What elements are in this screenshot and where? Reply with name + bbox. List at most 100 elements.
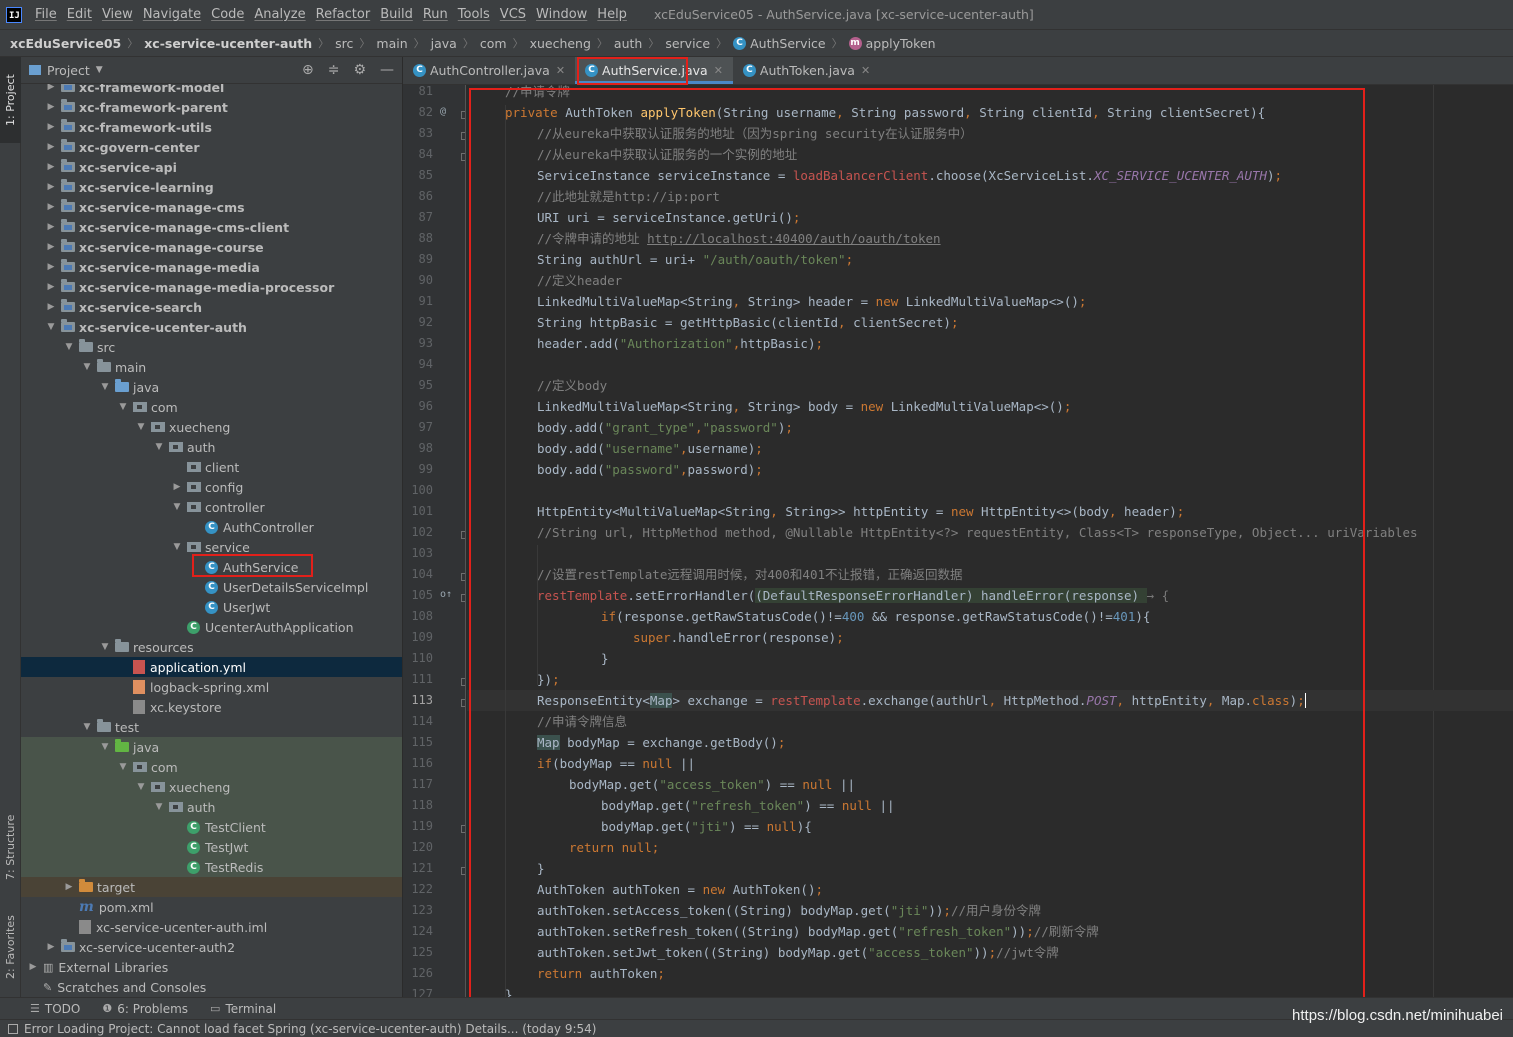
toolwindow-todo[interactable]: ☰ TODO (30, 1002, 80, 1016)
toolwindow-6-problems[interactable]: ❶ 6: Problems (102, 1002, 188, 1016)
tree-item[interactable]: logback-spring.xml (21, 677, 402, 697)
tree-item[interactable]: ▶ ▥ External Libraries (21, 957, 402, 977)
tree-item[interactable]: C TestRedis (21, 857, 402, 877)
tree-item[interactable]: ▼ controller (21, 497, 402, 517)
chevron-down-icon[interactable]: ▼ (171, 542, 183, 552)
chevron-down-icon[interactable]: ▼ (96, 65, 103, 75)
annotation-gutter-icon[interactable]: @ (440, 106, 446, 117)
project-panel-title[interactable]: Project (47, 63, 90, 78)
tab-authtoken-java[interactable]: C AuthToken.java ✕ (733, 57, 880, 84)
breadcrumb-item[interactable]: xc-service-ucenter-auth (144, 36, 312, 51)
fold-marker-icon[interactable] (461, 111, 465, 119)
tree-item[interactable]: C UcenterAuthApplication (21, 617, 402, 637)
breadcrumb-item[interactable]: service (665, 36, 710, 51)
minimize-icon[interactable]: — (380, 62, 394, 78)
chevron-down-icon[interactable]: ▼ (99, 642, 111, 652)
tree-item[interactable]: ▶ xc-service-learning (21, 177, 402, 197)
menu-file[interactable]: File (30, 7, 62, 22)
tree-item[interactable]: ▶ xc-service-api (21, 157, 402, 177)
tree-item[interactable]: application.yml (21, 657, 402, 677)
tree-item[interactable]: ▼ resources (21, 637, 402, 657)
chevron-right-icon[interactable]: ▶ (63, 882, 75, 892)
tab-authservice-java[interactable]: C AuthService.java ✕ (575, 57, 733, 84)
tree-item[interactable]: ▶ xc-govern-center (21, 137, 402, 157)
fold-marker-icon[interactable] (461, 573, 465, 581)
chevron-down-icon[interactable]: ▼ (45, 322, 57, 332)
breadcrumb-item[interactable]: com (480, 36, 507, 51)
chevron-right-icon[interactable]: ▶ (45, 182, 57, 192)
chevron-down-icon[interactable]: ▼ (171, 502, 183, 512)
breadcrumb-item[interactable]: auth (614, 36, 642, 51)
chevron-right-icon[interactable]: ▶ (45, 242, 57, 252)
collapse-all-icon[interactable]: ≑ (328, 62, 340, 78)
override-gutter-icon[interactable]: o↑ (440, 589, 452, 600)
locate-icon[interactable]: ⊕ (302, 62, 314, 78)
chevron-down-icon[interactable]: ▼ (81, 362, 93, 372)
tree-item[interactable]: xc.keystore (21, 697, 402, 717)
menu-run[interactable]: Run (418, 7, 453, 22)
chevron-down-icon[interactable]: ▼ (153, 802, 165, 812)
chevron-right-icon[interactable]: ▶ (45, 202, 57, 212)
tree-item[interactable]: C UserJwt (21, 597, 402, 617)
breadcrumb-item[interactable]: java (431, 36, 457, 51)
project-tool-button[interactable]: 1: Project (0, 57, 21, 143)
gear-icon[interactable]: ⚙ (353, 62, 366, 78)
fold-marker-icon[interactable] (461, 153, 465, 161)
fold-marker-icon[interactable] (461, 678, 465, 686)
tab-authcontroller-java[interactable]: C AuthController.java ✕ (403, 57, 575, 84)
menu-edit[interactable]: Edit (62, 7, 97, 22)
menu-build[interactable]: Build (375, 7, 418, 22)
chevron-right-icon[interactable]: ▶ (45, 84, 57, 92)
fold-marker-icon[interactable] (461, 594, 465, 602)
breadcrumb-item[interactable]: xuecheng (530, 36, 591, 51)
tree-item[interactable]: ▼ java (21, 377, 402, 397)
chevron-right-icon[interactable]: ▶ (171, 482, 183, 492)
breadcrumb-item[interactable]: applyToken (866, 36, 936, 51)
close-icon[interactable]: ✕ (714, 64, 723, 77)
tree-item[interactable]: ▼ com (21, 397, 402, 417)
chevron-right-icon[interactable]: ▶ (45, 262, 57, 272)
tree-item[interactable]: ▼ xuecheng (21, 777, 402, 797)
tree-item[interactable]: ▼ auth (21, 437, 402, 457)
tree-item[interactable]: m pom.xml (21, 897, 402, 917)
tree-item[interactable]: client (21, 457, 402, 477)
chevron-right-icon[interactable]: ▶ (45, 222, 57, 232)
chevron-right-icon[interactable]: ▶ (45, 162, 57, 172)
menu-tools[interactable]: Tools (453, 7, 495, 22)
menu-view[interactable]: View (97, 7, 138, 22)
chevron-down-icon[interactable]: ▼ (135, 782, 147, 792)
menu-vcs[interactable]: VCS (495, 7, 531, 22)
tree-item[interactable]: ▶ xc-service-manage-cms-client (21, 217, 402, 237)
close-icon[interactable]: ✕ (556, 64, 565, 77)
fold-marker-icon[interactable] (461, 531, 465, 539)
chevron-right-icon[interactable]: ▶ (45, 102, 57, 112)
tree-item[interactable]: ▶ xc-service-manage-cms (21, 197, 402, 217)
menu-refactor[interactable]: Refactor (311, 7, 376, 22)
chevron-right-icon[interactable]: ▶ (45, 282, 57, 292)
toolwindow-terminal[interactable]: ▭ Terminal (210, 1002, 276, 1016)
menu-navigate[interactable]: Navigate (138, 7, 206, 22)
tree-item[interactable]: xc-service-ucenter-auth.iml (21, 917, 402, 937)
tree-item[interactable]: ▶ xc-service-ucenter-auth2 (21, 937, 402, 957)
breadcrumb-item[interactable]: AuthService (750, 36, 826, 51)
tree-item[interactable]: C AuthService (21, 557, 402, 577)
tree-item[interactable]: C UserDetailsServiceImpl (21, 577, 402, 597)
tree-item[interactable]: ▶ target (21, 877, 402, 897)
chevron-down-icon[interactable]: ▼ (135, 422, 147, 432)
tree-item[interactable]: ▶ xc-framework-parent (21, 97, 402, 117)
chevron-down-icon[interactable]: ▼ (153, 442, 165, 452)
tree-item[interactable]: ▼ service (21, 537, 402, 557)
code-editor[interactable]: //申请令牌 private AuthToken applyToken(Strin… (467, 85, 1513, 997)
tree-item[interactable]: ▼ xc-service-ucenter-auth (21, 317, 402, 337)
tree-item[interactable]: C AuthController (21, 517, 402, 537)
tree-item[interactable]: ▼ main (21, 357, 402, 377)
tree-item[interactable]: ▶ xc-service-manage-media-processor (21, 277, 402, 297)
fold-marker-icon[interactable] (461, 132, 465, 140)
tree-item[interactable]: ▼ com (21, 757, 402, 777)
menu-help[interactable]: Help (592, 7, 632, 22)
chevron-down-icon[interactable]: ▼ (117, 402, 129, 412)
fold-marker-icon[interactable] (461, 825, 465, 833)
chevron-right-icon[interactable]: ▶ (45, 302, 57, 312)
chevron-right-icon[interactable]: ▶ (45, 142, 57, 152)
tree-item[interactable]: C TestClient (21, 817, 402, 837)
